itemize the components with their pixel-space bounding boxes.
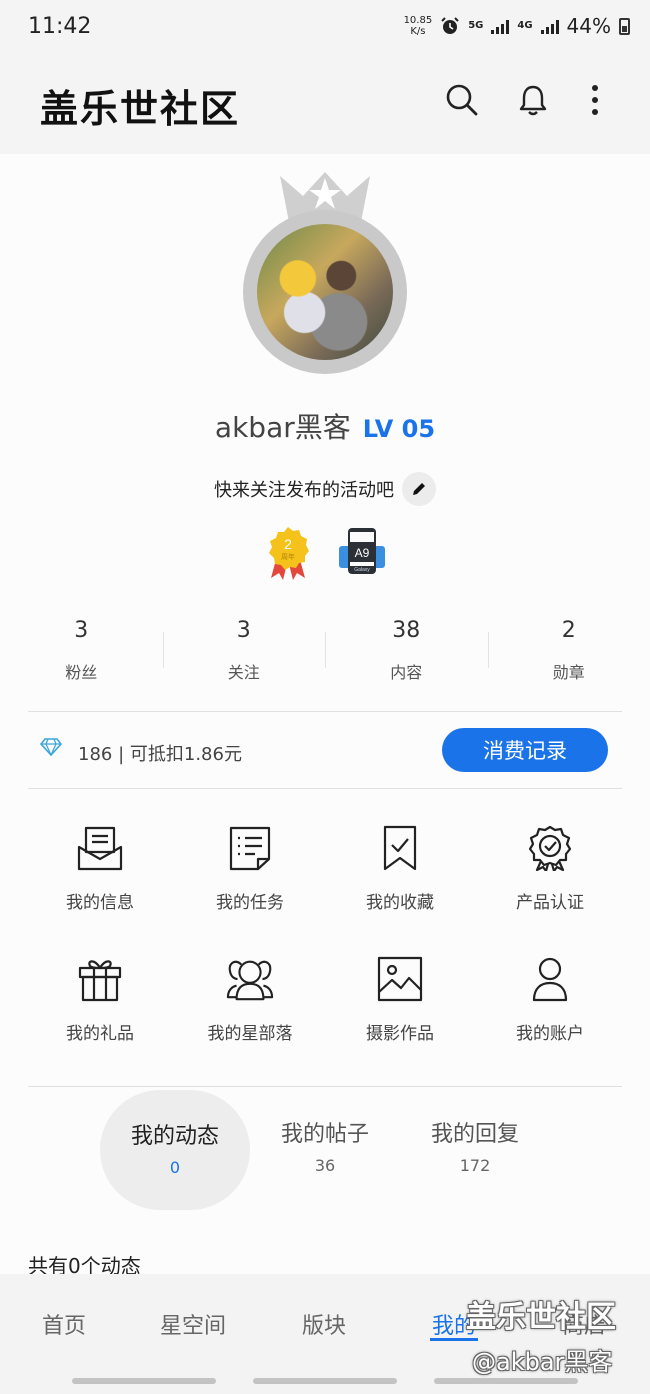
nav-star-space[interactable]: 星空间 — [160, 1308, 226, 1340]
menu-product-certification[interactable]: 产品认证 — [475, 810, 625, 941]
galaxy-model: A9 — [355, 546, 370, 560]
activity-tabs: 我的动态 0 我的帖子 36 我的回复 172 — [0, 1088, 650, 1212]
tab-label: 我的回复 — [430, 1122, 519, 1147]
user-icon — [526, 955, 574, 1003]
tab-count: 36 — [314, 1156, 336, 1175]
tab-my-posts[interactable]: 我的帖子 36 — [250, 1088, 400, 1212]
message-icon — [76, 824, 124, 872]
stat-fans[interactable]: 3 粉丝 — [0, 614, 163, 694]
galaxy-a9-badge[interactable]: A9 Galaxy — [337, 526, 387, 580]
menu-my-tasks[interactable]: 我的任务 — [175, 810, 325, 941]
avatar-photo — [257, 224, 393, 360]
anniversary-badge[interactable]: 2 周年 — [263, 526, 313, 580]
stat-medals[interactable]: 2 勋章 — [487, 614, 650, 694]
stat-label: 粉丝 — [65, 663, 98, 682]
tab-my-replies[interactable]: 我的回复 172 — [400, 1088, 550, 1212]
menu-label: 我的任务 — [216, 893, 284, 913]
image-icon — [376, 955, 424, 1003]
stat-value: 2 — [561, 618, 576, 643]
points-row: 186 | 可抵扣1.86元 消费记录 — [0, 728, 650, 772]
search-icon[interactable] — [442, 80, 482, 120]
feature-grid: 我的信息 我的任务 我的收藏 产品认证 我的礼品 我的星部落 摄影作品 我的账户 — [25, 810, 625, 1072]
battery-percent: 44% — [566, 14, 611, 38]
menu-my-gifts[interactable]: 我的礼品 — [25, 941, 175, 1072]
username-row: akbar黑客 LV 05 — [0, 406, 650, 446]
network-4g-label: 4G — [517, 20, 533, 31]
stat-label: 关注 — [227, 663, 260, 682]
profile-content: akbar黑客 LV 05 快来关注发布的活动吧 2 周年 A9 Galaxy … — [0, 154, 650, 1278]
app-title: 盖乐世社区 — [40, 87, 241, 131]
gesture-bar — [434, 1378, 578, 1384]
anniversary-sub: 周年 — [281, 552, 295, 561]
watermark-title: 盖乐世社区 — [466, 1300, 616, 1335]
stat-label: 勋章 — [552, 663, 585, 682]
tab-count: 172 — [459, 1156, 491, 1175]
menu-my-star-tribe[interactable]: 我的星部落 — [175, 941, 325, 1072]
task-list-icon — [226, 824, 274, 872]
menu-label: 我的收藏 — [366, 893, 434, 913]
user-level: LV 05 — [362, 415, 436, 443]
net-speed-value: 10.85 — [403, 15, 433, 26]
consumption-record-button[interactable]: 消费记录 — [442, 728, 608, 772]
nav-active-indicator — [430, 1338, 478, 1341]
stat-value: 38 — [392, 618, 421, 643]
app-header: 盖乐世社区 — [0, 56, 650, 154]
status-bar: 11:42 10.85 K/s 5G 4G 44% — [0, 0, 650, 56]
tab-label: 我的动态 — [130, 1124, 219, 1149]
bio-row: 快来关注发布的活动吧 — [0, 472, 650, 506]
points-balance: 186 | 可抵扣1.86元 — [78, 744, 242, 765]
edit-bio-button[interactable] — [402, 472, 436, 506]
gift-icon — [76, 955, 124, 1003]
stat-following[interactable]: 3 关注 — [162, 614, 326, 694]
pencil-icon — [413, 483, 425, 495]
bell-icon[interactable] — [513, 80, 553, 120]
net-speed: 10.85 K/s — [404, 15, 433, 37]
certified-icon — [526, 824, 574, 872]
divider — [28, 711, 622, 712]
watermark-user: @akbar黑客 — [472, 1348, 613, 1376]
bio-text: 快来关注发布的活动吧 — [214, 480, 394, 501]
network-5g-label: 5G — [468, 20, 484, 31]
menu-my-favorites[interactable]: 我的收藏 — [325, 810, 475, 941]
gesture-bar — [253, 1378, 397, 1384]
menu-label: 产品认证 — [516, 893, 584, 913]
stat-label: 内容 — [390, 663, 423, 682]
menu-label: 我的礼品 — [66, 1024, 134, 1044]
stat-content[interactable]: 38 内容 — [325, 614, 488, 694]
tab-count: 0 — [169, 1158, 181, 1177]
divider — [28, 1086, 622, 1087]
tab-label: 我的帖子 — [280, 1122, 369, 1147]
tab-my-activity[interactable]: 我的动态 0 — [100, 1090, 250, 1210]
alarm-icon — [441, 17, 459, 34]
menu-photography[interactable]: 摄影作品 — [325, 941, 475, 1072]
menu-my-messages[interactable]: 我的信息 — [25, 810, 175, 941]
menu-label: 我的账户 — [516, 1024, 584, 1044]
status-icons: 10.85 K/s 5G 4G 44% — [404, 14, 630, 38]
status-time: 11:42 — [28, 14, 92, 39]
net-speed-unit: K/s — [410, 26, 426, 37]
divider — [28, 788, 622, 789]
nav-boards[interactable]: 版块 — [302, 1308, 346, 1340]
profile-stats: 3 粉丝 3 关注 38 内容 2 勋章 — [0, 614, 650, 694]
username: akbar黑客 — [214, 411, 351, 444]
group-icon — [226, 955, 274, 1003]
menu-label: 摄影作品 — [366, 1024, 434, 1044]
more-icon[interactable] — [575, 80, 615, 120]
stat-value: 3 — [236, 618, 251, 643]
menu-my-account[interactable]: 我的账户 — [475, 941, 625, 1072]
gesture-bar — [72, 1378, 216, 1384]
battery-icon — [619, 17, 630, 35]
anniversary-number: 2 — [284, 536, 292, 552]
nav-home[interactable]: 首页 — [42, 1308, 86, 1340]
diamond-icon — [40, 738, 62, 756]
signal-icon — [491, 18, 510, 34]
avatar[interactable] — [240, 170, 410, 374]
menu-label: 我的信息 — [66, 893, 134, 913]
stat-value: 3 — [74, 618, 89, 643]
menu-label: 我的星部落 — [207, 1024, 293, 1044]
signal-icon-2 — [540, 18, 559, 34]
galaxy-brand: Galaxy — [354, 567, 370, 573]
bookmark-icon — [376, 824, 424, 872]
badges: 2 周年 A9 Galaxy — [0, 526, 650, 580]
